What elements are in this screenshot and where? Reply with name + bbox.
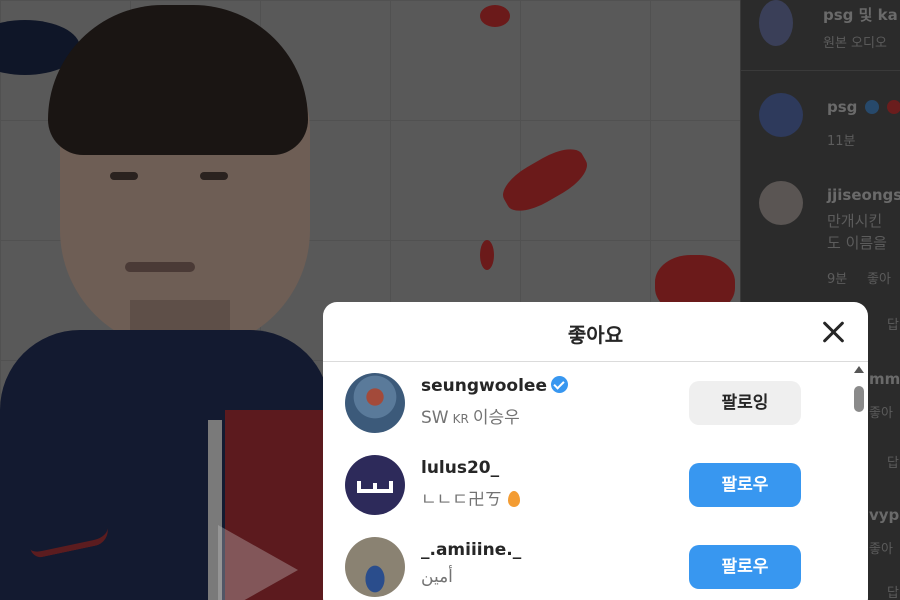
comment-username[interactable]: vypa	[869, 506, 900, 524]
following-button[interactable]: 팔로잉	[689, 381, 801, 425]
post-time: 11분	[827, 134, 856, 149]
kr-flag-icon: KR	[452, 412, 469, 426]
post-author[interactable]: psg	[827, 98, 857, 116]
verified-badge-icon	[865, 100, 879, 114]
red-splatter	[480, 5, 510, 27]
likes-dialog: 좋아요 seungwoolee SW KR 이승우 팔로잉 lulus20_ ㄴㄴㄷ…	[323, 302, 868, 600]
reply-link[interactable]: 답	[887, 582, 899, 600]
player-eye	[200, 172, 228, 180]
scroll-up-arrow-icon[interactable]	[854, 366, 864, 373]
emoji-icon	[887, 100, 900, 114]
player-mouth	[125, 262, 195, 272]
screen: psg 및 ka 원본 오디오 psg 11분 jjiseongs 만개시킨 도…	[0, 0, 900, 600]
comment-like-link[interactable]: 좋아	[869, 538, 893, 557]
red-splatter	[480, 240, 494, 270]
audio-label[interactable]: 원본 오디오	[823, 32, 887, 51]
follow-button[interactable]: 팔로우	[689, 463, 801, 507]
scroll-thumb[interactable]	[854, 386, 864, 412]
player-eye	[110, 172, 138, 180]
username[interactable]: _.amiiine._	[421, 540, 521, 560]
fire-emoji-icon	[507, 491, 520, 507]
comment-username[interactable]: jjiseongs	[827, 186, 900, 204]
close-icon[interactable]	[820, 318, 848, 346]
reply-link[interactable]: 답	[887, 452, 899, 471]
list-item[interactable]: _.amiiine._ أمين 팔로우	[323, 526, 843, 600]
list-item[interactable]: seungwoolee SW KR 이승우 팔로잉	[323, 362, 843, 444]
play-icon[interactable]	[218, 525, 298, 600]
dialog-title: 좋아요	[567, 323, 624, 347]
follow-button[interactable]: 팔로우	[689, 545, 801, 589]
reply-link[interactable]: 답	[887, 314, 899, 333]
avatar[interactable]	[345, 537, 405, 597]
comment-like-link[interactable]: 좋아	[867, 268, 891, 287]
dialog-header: 좋아요	[323, 302, 868, 362]
username[interactable]: lulus20_	[421, 458, 499, 478]
list-item[interactable]: lulus20_ ㄴㄴㄷ卍ㄎ 팔로우	[323, 444, 843, 526]
comment-time: 9분	[827, 272, 848, 287]
username[interactable]: seungwoolee	[421, 376, 568, 396]
scrollbar[interactable]	[854, 364, 864, 600]
comment-like-link[interactable]: 좋아	[869, 402, 893, 421]
avatar-logo-icon	[357, 481, 393, 493]
comment-username[interactable]: mm	[869, 370, 900, 388]
avatar[interactable]	[345, 455, 405, 515]
comment-text: 만개시킨	[827, 212, 883, 230]
commenter-avatar[interactable]	[759, 181, 803, 225]
user-fullname: SW KR 이승우	[421, 408, 520, 428]
divider	[741, 70, 900, 71]
header-username[interactable]: psg 및 ka	[823, 4, 898, 25]
comment-text: 도 이름을	[827, 234, 887, 252]
user-fullname: أمين	[421, 567, 453, 587]
collab-avatar[interactable]	[759, 0, 793, 46]
verified-badge-icon	[550, 376, 568, 393]
psg-avatar[interactable]	[759, 93, 803, 137]
avatar[interactable]	[345, 373, 405, 433]
user-fullname: ㄴㄴㄷ卍ㄎ	[421, 485, 520, 510]
